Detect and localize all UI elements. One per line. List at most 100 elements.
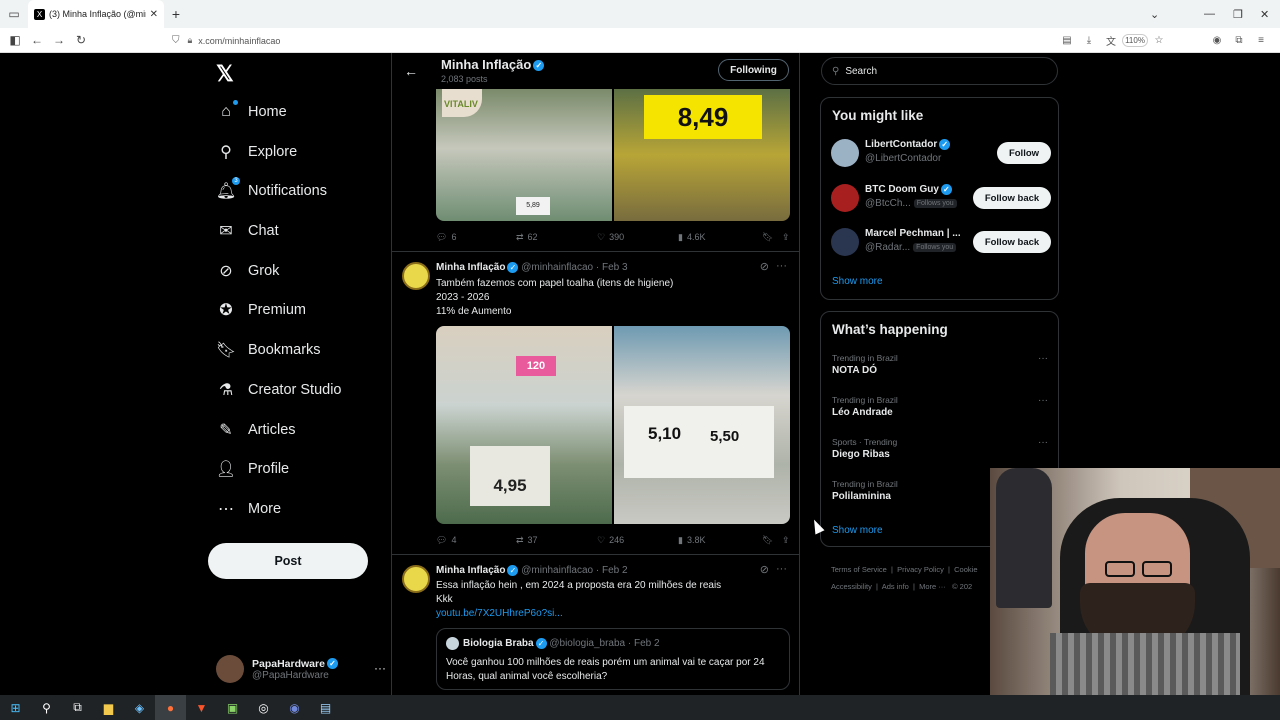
suggested-user[interactable]: BTC Doom Guy ✓ @BtcCh... Follows you Follo… — [831, 180, 1051, 216]
tab-close-icon[interactable]: ✕ — [150, 9, 158, 20]
tweet-image[interactable]: 120 4,95 — [436, 326, 612, 524]
star-icon[interactable]: ☆ — [1148, 35, 1170, 46]
sidebar-toggle-icon[interactable]: ◧ — [4, 28, 26, 53]
x-logo-icon[interactable]: 𝕏 — [216, 61, 234, 87]
copilot-icon[interactable]: ◈ — [124, 695, 155, 720]
nav-item-more[interactable]: ⋯ More — [216, 489, 281, 529]
more-icon[interactable]: ··· — [374, 661, 386, 675]
show-more-link[interactable]: Show more — [832, 276, 883, 287]
new-tab-button[interactable]: + — [164, 6, 188, 22]
post-button[interactable]: Post — [208, 543, 368, 579]
avatar[interactable] — [402, 565, 430, 593]
nav-item-bookmarks[interactable]: 🔖︎ Bookmarks — [216, 330, 321, 370]
tweet-image-grid[interactable]: 120 4,95 5,10 5,50 — [436, 326, 790, 524]
views-button[interactable]: ▮ 4.6K — [678, 232, 762, 243]
forward-icon[interactable]: → — [48, 28, 70, 53]
grok-icon[interactable]: ⊘ — [760, 260, 769, 273]
more-icon[interactable]: ··· — [776, 260, 787, 272]
reply-button[interactable]: 💬︎ 6 — [436, 232, 516, 243]
suggested-user[interactable]: Marcel Pechman | ... @Radar... Follows yo… — [831, 224, 1051, 260]
nav-item-grok[interactable]: ⊘ Grok — [216, 251, 279, 291]
grok-icon[interactable]: ⊘ — [760, 563, 769, 576]
tweet-link[interactable]: youtu.be/7X2UHhreP6o?si... — [436, 607, 721, 621]
close-window-icon[interactable]: ✕ — [1260, 0, 1269, 28]
follow-back-button[interactable]: Follow back — [973, 187, 1051, 209]
obs-icon[interactable]: ◎ — [248, 695, 279, 720]
avatar[interactable] — [402, 262, 430, 290]
footer-link-cookie[interactable]: Cookie — [954, 565, 977, 574]
nav-item-notifications[interactable]: 🔔︎ 3 Notifications — [216, 171, 327, 211]
tweet-image[interactable]: 8,49 — [614, 89, 790, 221]
search-icon[interactable]: ⚲ — [31, 695, 62, 720]
menu-icon[interactable]: ≡ — [1250, 35, 1272, 46]
follow-button[interactable]: Follow — [997, 142, 1051, 164]
nav-item-profile[interactable]: 👤︎ Profile — [216, 449, 289, 489]
footer-link-ads[interactable]: Ads info — [882, 582, 909, 591]
notepad-icon[interactable]: ▤ — [310, 695, 341, 720]
footer-link-accessibility[interactable]: Accessibility — [831, 582, 872, 591]
account-switcher[interactable]: PapaHardware ✓ @PapaHardware ··· — [216, 649, 386, 689]
reply-button[interactable]: 💬︎ 4 — [436, 535, 516, 546]
more-icon[interactable]: ··· — [1038, 437, 1048, 448]
restore-icon[interactable]: ❐ — [1233, 0, 1243, 28]
firefox-icon[interactable]: ● — [155, 695, 186, 720]
nav-item-explore[interactable]: ⚲ Explore — [216, 132, 297, 172]
follow-back-button[interactable]: Follow back — [973, 231, 1051, 253]
views-button[interactable]: ▮ 3.8K — [678, 535, 762, 546]
nav-item-creator-studio[interactable]: ⚗ Creator Studio — [216, 370, 342, 410]
nav-item-articles[interactable]: ✎ Articles — [216, 410, 295, 450]
tab-overview-icon[interactable]: ▭ — [0, 0, 28, 28]
tweet-image[interactable]: 5,10 5,50 — [614, 326, 790, 524]
discord-icon[interactable]: ◉ — [279, 695, 310, 720]
app-icon[interactable]: ▣ — [217, 695, 248, 720]
share-icon[interactable]: ⇪ — [782, 232, 790, 243]
bookmark-icon[interactable]: 🔖︎ — [762, 232, 782, 243]
more-icon[interactable]: ··· — [1038, 353, 1048, 364]
tweet-image-grid[interactable]: VITALIV 5,89 8,49 — [436, 89, 790, 221]
trend-item[interactable]: Sports · Trending Diego Ribas ··· — [832, 437, 1048, 467]
reader-icon[interactable]: ▤ — [1056, 35, 1078, 46]
shield-icon[interactable]: ⛉ — [172, 35, 180, 46]
quote-tweet[interactable]: Biologia Braba ✓ @biologia_braba · Feb 2 … — [436, 628, 790, 690]
zoom-level[interactable]: 110% — [1122, 34, 1148, 47]
like-button[interactable]: ♡ 246 — [597, 535, 678, 546]
minimize-icon[interactable]: — — [1204, 0, 1215, 28]
profile-icon[interactable]: ◉ — [1206, 35, 1228, 46]
browser-tab[interactable]: X (3) Minha Inflação (@minhainfl... ✕ — [28, 0, 164, 28]
repost-button[interactable]: ⇄ 62 — [516, 232, 597, 243]
show-more-link[interactable]: Show more — [832, 525, 883, 536]
footer-link-privacy[interactable]: Privacy Policy — [897, 565, 944, 574]
file-explorer-icon[interactable]: ▆ — [93, 695, 124, 720]
nav-item-premium[interactable]: ✪ Premium — [216, 290, 306, 330]
more-icon[interactable]: ··· — [776, 563, 787, 575]
following-button[interactable]: Following — [718, 59, 789, 81]
footer-link-terms[interactable]: Terms of Service — [831, 565, 887, 574]
url-field[interactable]: ⛉ 🔒︎ x.com/minhainflacao — [172, 31, 1142, 50]
brave-icon[interactable]: ▼ — [186, 695, 217, 720]
search-input[interactable]: ⚲ Search — [821, 57, 1058, 85]
save-page-icon[interactable]: ⤓ — [1078, 35, 1100, 46]
start-icon[interactable]: ⊞ — [0, 695, 31, 720]
suggested-user[interactable]: LibertContador ✓ @LibertContador Follow — [831, 135, 1051, 171]
tweet[interactable]: Minha Inflação ✓ @minhainflacao · Feb 3 ⊘… — [392, 251, 799, 553]
translate-icon[interactable]: 文 — [1100, 33, 1122, 48]
share-icon[interactable]: ⇪ — [782, 535, 790, 546]
bookmark-icon[interactable]: 🔖︎ — [762, 535, 782, 546]
reload-icon[interactable]: ↻ — [70, 28, 92, 53]
like-button[interactable]: ♡ 390 — [597, 232, 678, 243]
trend-item[interactable]: Trending in Brazil NOTA DÓ ··· — [832, 353, 1048, 383]
back-icon[interactable]: ← — [26, 28, 48, 53]
nav-item-home[interactable]: ⌂ Home — [216, 92, 287, 132]
tweet[interactable]: Minha Inflação ✓ @minhainflacao · Feb 2 ⊘… — [392, 554, 799, 695]
task-view-icon[interactable]: ⧉ — [62, 695, 93, 720]
tab-list-chevron-icon[interactable]: ⌄ — [1150, 0, 1159, 28]
nav-item-chat[interactable]: ✉ Chat — [216, 211, 278, 251]
trend-item[interactable]: Trending in Brazil Léo Andrade ··· — [832, 395, 1048, 425]
extensions-icon[interactable]: ⧉ — [1228, 35, 1250, 46]
repost-button[interactable]: ⇄ 37 — [516, 535, 597, 546]
back-arrow-icon[interactable]: ← — [404, 63, 418, 79]
lock-icon[interactable]: 🔒︎ — [188, 35, 193, 46]
tweet-image[interactable]: VITALIV 5,89 — [436, 89, 612, 221]
footer-link-more[interactable]: More ··· — [919, 582, 946, 591]
more-icon[interactable]: ··· — [1038, 395, 1048, 406]
